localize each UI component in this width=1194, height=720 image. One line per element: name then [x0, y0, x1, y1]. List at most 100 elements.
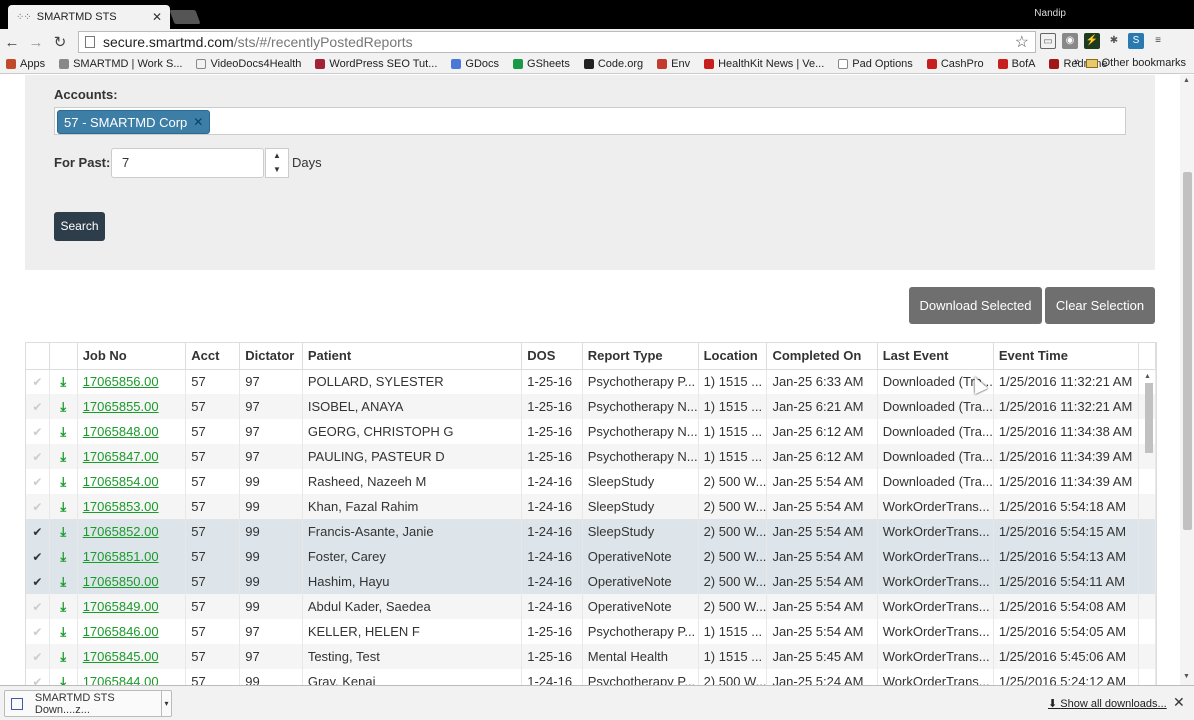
- forward-icon[interactable]: →: [24, 34, 48, 51]
- row-checkmark-icon[interactable]: ✔: [26, 394, 50, 419]
- row-checkmark-icon[interactable]: ✔: [26, 469, 50, 494]
- download-item-menu-icon[interactable]: ▾: [161, 691, 171, 716]
- bookmark-item[interactable]: Apps: [6, 58, 45, 70]
- job-no-link[interactable]: 17065850.00: [83, 574, 159, 589]
- row-checkmark-icon[interactable]: ✔: [26, 369, 50, 394]
- row-checkmark-icon[interactable]: ✔: [26, 494, 50, 519]
- table-row[interactable]: ✔ ⤓ 17065856.00 57 97 POLLARD, SYLESTER 1-25-1…: [26, 369, 1156, 394]
- table-scroll-thumb[interactable]: [1145, 383, 1153, 453]
- row-checkmark-icon[interactable]: ✔: [26, 644, 50, 669]
- job-no-link[interactable]: 17065853.00: [83, 499, 159, 514]
- table-row[interactable]: ✔ ⤓ 17065851.00 57 99 Foster, Carey 1-24-16 Ope…: [26, 544, 1156, 569]
- camera-icon[interactable]: ◉: [1062, 33, 1078, 49]
- reload-icon[interactable]: ↻: [48, 33, 72, 51]
- column-header[interactable]: DOS: [521, 343, 583, 370]
- browser-tab[interactable]: ⁘⁘ SMARTMD STS ✕: [8, 5, 170, 29]
- column-header[interactable]: Report Type: [582, 343, 699, 370]
- column-header[interactable]: Acct: [185, 343, 241, 370]
- bookmarks-overflow-icon[interactable]: »: [1074, 56, 1080, 68]
- download-icon[interactable]: ⤓: [49, 519, 78, 544]
- days-spinner[interactable]: ▲ ▼: [265, 148, 289, 178]
- table-row[interactable]: ✔ ⤓ 17065847.00 57 97 PAULING, PASTEUR D 1-25-…: [26, 444, 1156, 469]
- new-tab-button[interactable]: [169, 10, 201, 24]
- row-checkmark-icon[interactable]: ✔: [26, 594, 50, 619]
- other-bookmarks[interactable]: Other bookmarks: [1085, 57, 1186, 69]
- column-header[interactable]: Completed On: [766, 343, 878, 370]
- s-extension-icon[interactable]: S: [1128, 33, 1144, 49]
- remove-chip-icon[interactable]: ✕: [193, 115, 203, 129]
- job-no-link[interactable]: 17065856.00: [83, 374, 159, 389]
- table-row[interactable]: ✔ ⤓ 17065848.00 57 97 GEORG, CHRISTOPH G 1-25-…: [26, 419, 1156, 444]
- back-icon[interactable]: ←: [0, 34, 24, 51]
- bookmark-item[interactable]: HealthKit News | Ve...: [704, 58, 824, 70]
- table-row[interactable]: ✔ ⤓ 17065844.00 57 99 Gray, Kenai 1-24-16 Psych…: [26, 669, 1156, 685]
- extension-green-icon[interactable]: ⚡: [1084, 33, 1100, 49]
- table-row[interactable]: ✔ ⤓ 17065854.00 57 99 Rasheed, Nazeeh M 1-24-1…: [26, 469, 1156, 494]
- download-icon[interactable]: ⤓: [49, 619, 78, 644]
- job-no-link[interactable]: 17065845.00: [83, 649, 159, 664]
- page-scrollbar[interactable]: ▲ ▼: [1180, 75, 1194, 685]
- address-bar[interactable]: secure.smartmd.com /sts/#/recentlyPosted…: [78, 31, 1036, 53]
- page-scroll-thumb[interactable]: [1183, 172, 1192, 530]
- cast-icon[interactable]: ▭: [1040, 33, 1056, 49]
- spinner-up-icon[interactable]: ▲: [266, 149, 288, 163]
- days-input[interactable]: 7: [111, 148, 264, 178]
- row-checkmark-icon[interactable]: ✔: [26, 419, 50, 444]
- accounts-select[interactable]: 57 - SMARTMD Corp ✕: [54, 107, 1126, 135]
- job-no-link[interactable]: 17065854.00: [83, 474, 159, 489]
- bookmark-item[interactable]: Pad Options: [838, 58, 913, 70]
- table-row[interactable]: ✔ ⤓ 17065846.00 57 97 KELLER, HELEN F 1-25-16 P…: [26, 619, 1156, 644]
- job-no-link[interactable]: 17065844.00: [83, 674, 159, 685]
- column-header[interactable]: Dictator: [239, 343, 303, 370]
- account-chip[interactable]: 57 - SMARTMD Corp ✕: [57, 110, 211, 134]
- download-item[interactable]: SMARTMD STS Down....z... ▾: [4, 690, 172, 717]
- table-row[interactable]: ✔ ⤓ 17065845.00 57 97 Testing, Test 1-25-16 Men…: [26, 644, 1156, 669]
- download-icon[interactable]: ⤓: [49, 569, 78, 594]
- job-no-link[interactable]: 17065852.00: [83, 524, 159, 539]
- row-checkmark-icon[interactable]: ✔: [26, 444, 50, 469]
- table-row[interactable]: ✔ ⤓ 17065853.00 57 99 Khan, Fazal Rahim 1-24-1…: [26, 494, 1156, 519]
- page-scroll-up-icon[interactable]: ▲: [1183, 77, 1190, 84]
- job-no-link[interactable]: 17065848.00: [83, 424, 159, 439]
- row-checkmark-icon[interactable]: ✔: [26, 544, 50, 569]
- bookmark-item[interactable]: Code.org: [583, 58, 643, 70]
- download-icon[interactable]: ⤓: [49, 594, 78, 619]
- show-all-downloads-link[interactable]: ⬇ Show all downloads...: [1048, 697, 1167, 710]
- clear-selection-button[interactable]: Clear Selection: [1045, 287, 1155, 324]
- puzzle-icon[interactable]: ✱: [1106, 33, 1122, 49]
- bookmark-star-icon[interactable]: ☆: [1015, 32, 1029, 52]
- download-icon[interactable]: ⤓: [49, 644, 78, 669]
- bookmark-item[interactable]: GSheets: [513, 58, 570, 70]
- row-checkmark-icon[interactable]: ✔: [26, 669, 50, 685]
- search-button[interactable]: Search: [54, 212, 105, 241]
- column-header[interactable]: Job No: [77, 343, 187, 370]
- column-header[interactable]: Event Time: [993, 343, 1139, 370]
- download-icon[interactable]: ⤓: [49, 394, 78, 419]
- column-header[interactable]: Last Event: [877, 343, 994, 370]
- bookmark-item[interactable]: VideoDocs4Health: [196, 58, 301, 70]
- column-header[interactable]: Location: [698, 343, 768, 370]
- table-row[interactable]: ✔ ⤓ 17065850.00 57 99 Hashim, Hayu 1-24-16 Oper…: [26, 569, 1156, 594]
- download-icon[interactable]: ⤓: [49, 444, 78, 469]
- download-icon[interactable]: ⤓: [49, 494, 78, 519]
- download-icon[interactable]: ⤓: [49, 544, 78, 569]
- download-icon[interactable]: ⤓: [49, 469, 78, 494]
- header-select[interactable]: [26, 343, 50, 370]
- menu-icon[interactable]: ≡: [1150, 33, 1166, 49]
- bookmark-item[interactable]: SMARTMD | Work S...: [59, 58, 182, 70]
- bookmark-item[interactable]: CashPro: [926, 58, 984, 70]
- tab-close-icon[interactable]: ✕: [152, 10, 162, 24]
- close-shelf-icon[interactable]: ✕: [1173, 694, 1185, 711]
- download-icon[interactable]: ⤓: [49, 419, 78, 444]
- bookmark-item[interactable]: Env: [657, 58, 690, 70]
- bookmark-item[interactable]: BofA: [997, 58, 1035, 70]
- row-checkmark-icon[interactable]: ✔: [26, 519, 50, 544]
- bookmark-item[interactable]: GDocs: [451, 58, 499, 70]
- column-header[interactable]: Patient: [302, 343, 523, 370]
- job-no-link[interactable]: 17065851.00: [83, 549, 159, 564]
- download-icon[interactable]: ⤓: [49, 369, 78, 394]
- job-no-link[interactable]: 17065846.00: [83, 624, 159, 639]
- row-checkmark-icon[interactable]: ✔: [26, 569, 50, 594]
- scroll-up-icon[interactable]: ▲: [1144, 373, 1151, 380]
- download-selected-button[interactable]: Download Selected: [909, 287, 1042, 324]
